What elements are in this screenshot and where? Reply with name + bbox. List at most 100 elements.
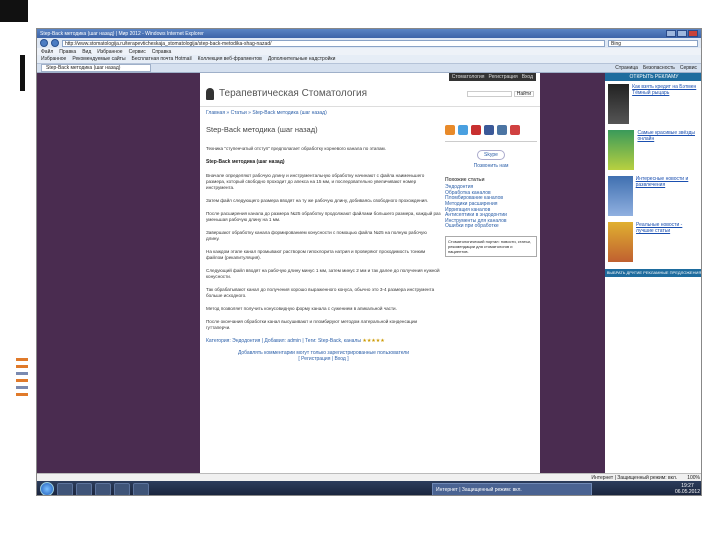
site-title: Терапевтическая Стоматология bbox=[219, 88, 368, 99]
menu-bar: Файл Правка Вид Избранное Сервис Справка bbox=[37, 48, 701, 55]
ad-link[interactable]: Интересные новости и развлечения bbox=[636, 176, 700, 216]
skype-link[interactable]: Позвонить нам bbox=[445, 163, 537, 170]
article-paragraph: После расширения канала до размера №25 о… bbox=[206, 211, 441, 222]
article: Step-Back методика (шаг назад) Техника "… bbox=[206, 125, 441, 362]
minimize-button[interactable] bbox=[666, 30, 676, 37]
status-bar: Интернет | Защищенный режим: вкл. 100% bbox=[37, 473, 701, 481]
tools-menu[interactable]: Сервис bbox=[680, 65, 697, 71]
page-menu[interactable]: Страница bbox=[615, 65, 638, 71]
skype-button[interactable]: Skype bbox=[477, 150, 505, 160]
window-title: Step-Back методика (шаг назад) | Мир 201… bbox=[40, 30, 204, 37]
clock: 19:27 06.05.2012 bbox=[675, 483, 700, 495]
site-page: Стоматология Регистрация Вход Терапевтич… bbox=[200, 73, 540, 473]
menu-edit[interactable]: Правка bbox=[59, 49, 76, 55]
start-button[interactable] bbox=[40, 482, 54, 495]
bookmark-icon[interactable] bbox=[471, 125, 481, 135]
forward-icon[interactable] bbox=[51, 39, 59, 47]
media-taskbar-icon[interactable] bbox=[95, 482, 111, 495]
menu-tools[interactable]: Сервис bbox=[129, 49, 146, 55]
skype-box: Skype Позвонить нам bbox=[445, 141, 537, 170]
word-taskbar-icon[interactable] bbox=[114, 482, 130, 495]
article-paragraph: Метод позволяет получить конусовидную фо… bbox=[206, 306, 397, 311]
article-paragraph: Техника "ступенчатый отступ" предполагае… bbox=[206, 146, 386, 151]
article-tags: Категория: Эндодонтия | Добавил: admin |… bbox=[206, 338, 441, 344]
topnav-link[interactable]: Вход bbox=[522, 74, 533, 80]
powerpoint-taskbar-icon[interactable] bbox=[133, 482, 149, 495]
favorite-link[interactable]: Рекомендуемые сайты bbox=[72, 56, 125, 62]
rss-icon[interactable] bbox=[445, 125, 455, 135]
topnav-link[interactable]: Стоматология bbox=[452, 74, 485, 80]
comment-notice: Добавлять комментарии могут только зарег… bbox=[206, 350, 441, 362]
menu-help[interactable]: Справка bbox=[152, 49, 172, 55]
article-title: Step-Back методика (шаг назад) bbox=[206, 125, 318, 134]
ad-image bbox=[608, 84, 630, 124]
ad-item[interactable]: Как взять кредит на Бэтмен Тёмный рыцарь bbox=[605, 81, 701, 127]
site-search-input[interactable] bbox=[466, 90, 512, 97]
page-viewport: Стоматология Регистрация Вход Терапевтич… bbox=[37, 73, 701, 473]
address-bar-row: http://www.stomatologija.ru/terapevtiche… bbox=[37, 38, 701, 48]
article-paragraph: На каждом этапе канал промывают растворо… bbox=[206, 249, 426, 260]
twitter-icon[interactable] bbox=[458, 125, 468, 135]
sidebar-heading: Похожие статьи bbox=[445, 176, 485, 183]
ad-item[interactable]: Интересные новости и развлечения bbox=[605, 173, 701, 219]
share-icon[interactable] bbox=[510, 125, 520, 135]
ie-taskbar-icon[interactable] bbox=[57, 482, 73, 495]
slide-dash-decoration bbox=[16, 379, 28, 382]
ad-header[interactable]: ОТКРЫТЬ РЕКЛАМУ bbox=[605, 73, 701, 81]
topnav-link[interactable]: Регистрация bbox=[488, 74, 517, 80]
rating-stars[interactable]: ★★★★★ bbox=[362, 338, 384, 344]
favorite-link[interactable]: Дополнительные надстройки bbox=[268, 56, 336, 62]
ad-image bbox=[608, 130, 635, 170]
breadcrumb[interactable]: Главная » Статьи » Step-Back методика (ш… bbox=[200, 107, 540, 119]
maximize-button[interactable] bbox=[677, 30, 687, 37]
favorite-link[interactable]: Коллекция веб-фрагментов bbox=[198, 56, 262, 62]
article-paragraph: После окончания обработки канал высушива… bbox=[206, 319, 418, 330]
clock-date: 06.05.2012 bbox=[674, 489, 700, 495]
menu-favorites[interactable]: Избранное bbox=[97, 49, 122, 55]
browser-tab[interactable]: Step-Back методика (шаг назад) bbox=[41, 64, 151, 72]
ad-link[interactable]: Реальные новости - лучшие статьи bbox=[636, 222, 700, 262]
article-paragraph: Вначале определяют рабочую длину и инстр… bbox=[206, 173, 425, 190]
facebook-icon[interactable] bbox=[484, 125, 494, 135]
menu-view[interactable]: Вид bbox=[82, 49, 91, 55]
article-paragraph: Затем файл следующего размера вводят на … bbox=[206, 198, 429, 203]
safety-menu[interactable]: Безопасность bbox=[643, 65, 675, 71]
menu-file[interactable]: Файл bbox=[41, 49, 53, 55]
ad-image bbox=[608, 222, 634, 262]
tab-bar: Step-Back методика (шаг назад) Страница … bbox=[37, 64, 701, 73]
social-icons bbox=[445, 125, 537, 135]
article-paragraph: Следующий файл вводят на рабочую длину м… bbox=[206, 268, 440, 279]
ad-item[interactable]: Реальные новости - лучшие статьи bbox=[605, 219, 701, 265]
explorer-taskbar-icon[interactable] bbox=[76, 482, 92, 495]
register-login-link[interactable]: [ Регистрация | Вход ] bbox=[206, 356, 441, 362]
zoom-level[interactable]: 100% bbox=[687, 475, 700, 481]
article-subheading: Step-Back методика (шаг назад) bbox=[206, 159, 285, 165]
search-input[interactable]: Bing bbox=[608, 39, 698, 47]
taskbar-task[interactable]: Интернет | Защищенный режим: вкл. bbox=[432, 482, 592, 495]
address-input[interactable]: http://www.stomatologija.ru/terapevtiche… bbox=[62, 39, 605, 47]
vk-icon[interactable] bbox=[497, 125, 507, 135]
ad-link[interactable]: Как взять кредит на Бэтмен Тёмный рыцарь bbox=[632, 84, 700, 124]
status-text: Интернет | Защищенный режим: вкл. bbox=[591, 474, 678, 481]
ad-link[interactable]: Самые красивые звёзды онлайн bbox=[637, 130, 700, 170]
slide-dash-decoration bbox=[16, 372, 28, 375]
tags-text[interactable]: Категория: Эндодонтия | Добавил: admin |… bbox=[206, 338, 361, 344]
article-paragraph: Так обрабатывают канал до получения хоро… bbox=[206, 287, 435, 298]
close-button[interactable] bbox=[688, 30, 698, 37]
ad-column: ОТКРЫТЬ РЕКЛАМУ Как взять кредит на Бэтм… bbox=[605, 73, 701, 473]
taskbar: Интернет | Защищенный режим: вкл. 19:27 … bbox=[37, 481, 701, 495]
sidebar-ad[interactable]: Стоматологический портал: новости, стать… bbox=[445, 235, 537, 257]
site-search-button[interactable]: Найти bbox=[513, 90, 534, 97]
slide-dash-decoration bbox=[16, 393, 28, 396]
browser-screenshot: Step-Back методика (шаг назад) | Мир 201… bbox=[36, 28, 702, 496]
ad-item[interactable]: Самые красивые звёзды онлайн bbox=[605, 127, 701, 173]
sidebar-link[interactable]: Ошибки при обработке bbox=[445, 224, 537, 230]
favorite-link[interactable]: Бесплатная почта Hotmail bbox=[132, 56, 192, 62]
ad-footer[interactable]: ВЫБРАТЬ ДРУГИЕ РЕКЛАМНЫЕ ПРЕДЛОЖЕНИЯ bbox=[605, 269, 701, 277]
back-icon[interactable] bbox=[40, 39, 48, 47]
article-paragraph: Завершают обработку канала формированием… bbox=[206, 230, 427, 241]
site-header: Терапевтическая Стоматология Найти bbox=[200, 81, 540, 107]
site-topnav: Стоматология Регистрация Вход bbox=[200, 73, 540, 81]
slide-corner-decoration bbox=[0, 0, 28, 22]
favorites-button[interactable]: Избранное bbox=[41, 56, 66, 62]
